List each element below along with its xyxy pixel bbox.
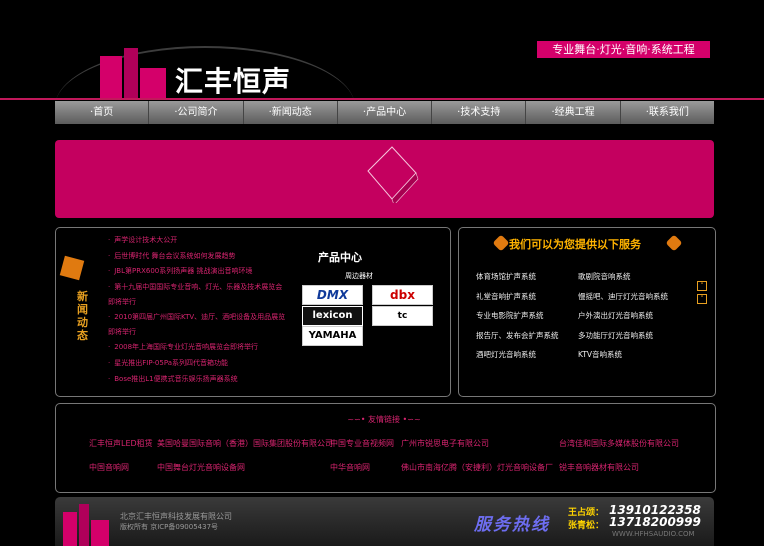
news-item[interactable]: · JBL第PRX600系列扬声器 挑战演出音响环境	[104, 264, 286, 280]
news-item[interactable]: · 2008年上海国际专业灯光音响展览会即将举行	[104, 340, 286, 356]
news-item[interactable]: · 星光推出FIP-05Pa系列四代音箱功能	[104, 356, 286, 372]
nav-products[interactable]: ·产品中心	[338, 101, 433, 124]
service-item[interactable]: 多功能厅灯光音响系统	[578, 329, 706, 343]
nav-contact[interactable]: ·联系我们	[621, 101, 714, 124]
service-item[interactable]: 酒吧灯光音响系统	[476, 348, 578, 362]
main-nav: ·首页 ·公司简介 ·新闻动态 ·产品中心 ·技术支持 ·经典工程 ·联系我们	[55, 101, 714, 124]
brand-logo-yamaha[interactable]: YAMAHA	[302, 326, 363, 346]
phone-contact-label: 王占颂：	[568, 508, 605, 518]
service-item[interactable]: 歌剧院音响系统	[578, 270, 706, 284]
services-list: 体育场馆扩声系统 歌剧院音响系统 礼堂音响扩声系统 慢摇吧、迪厅灯光音响系统 专…	[476, 270, 706, 362]
service-item[interactable]: 户外演出灯光音响系统	[578, 309, 706, 323]
logo-mark-icon	[100, 48, 170, 98]
friend-link[interactable]: 中国音响网	[89, 462, 129, 473]
service-item[interactable]: KTV音响系统	[578, 348, 706, 362]
friend-link[interactable]: 中国舞台灯光音响设备网	[157, 462, 245, 473]
cube-icon	[367, 146, 419, 203]
brand-logo-tc-electronic[interactable]: tc electronic	[372, 306, 433, 339]
scroll-down-icon[interactable]: ˅	[697, 294, 707, 304]
nav-support[interactable]: ·技术支持	[432, 101, 527, 124]
news-item[interactable]: · 第十九届中国国际专业音响、灯光、乐器及技术展览会即将举行	[104, 280, 286, 310]
nav-projects[interactable]: ·经典工程	[526, 101, 621, 124]
service-item[interactable]: 报告厅、发布会扩声系统	[476, 329, 578, 343]
friend-link[interactable]: 中华音响网	[330, 462, 370, 473]
phone-number: 13718200999	[609, 515, 701, 529]
friend-link[interactable]: 中国专业音视频网	[330, 438, 394, 449]
news-heading: 新闻动态	[77, 290, 88, 342]
phone-contact-label: 张青松：	[568, 521, 605, 531]
header-tagline: 专业舞台·灯光·音响·系统工程	[537, 41, 710, 58]
logo-title[interactable]: 汇丰恒声	[175, 60, 291, 100]
product-center-subtitle: 周边器材	[345, 272, 373, 280]
friend-link[interactable]: 锐丰音响器材有限公司	[559, 462, 639, 473]
ornament-icon: •∽~	[402, 415, 421, 424]
brand-logo-lexicon[interactable]: lexicon	[302, 306, 363, 326]
news-item[interactable]: · 后世博时代 舞台会议系统如何发展趋势	[104, 249, 286, 265]
news-list: · 声学设计技术大公开 · 后世博时代 舞台会议系统如何发展趋势 · JBL第PRX6…	[104, 233, 286, 387]
footer-website: WWW.HFHSAUDIO.COM	[612, 530, 695, 538]
news-item[interactable]: · Bose推出L1便携式音乐娱乐扬声器系统	[104, 372, 286, 388]
header-divider	[0, 98, 764, 100]
friend-link[interactable]: 广州市锐思电子有限公司	[401, 438, 489, 449]
service-hotline-label: 服务热线	[474, 515, 550, 535]
nav-news[interactable]: ·新闻动态	[244, 101, 338, 124]
nav-about[interactable]: ·公司简介	[149, 101, 244, 124]
friend-link[interactable]: 台湾佳和国际多媒体股份有限公司	[559, 438, 679, 449]
brand-logo-dbx[interactable]: dbx	[372, 285, 433, 305]
friend-link[interactable]: 汇丰恒声LED租赁	[89, 438, 153, 449]
brand-logo-dmx[interactable]: DMX	[302, 285, 363, 305]
news-item[interactable]: · 声学设计技术大公开	[104, 233, 286, 249]
ornament-icon: ~∽•	[347, 415, 366, 424]
friend-link[interactable]: 美国哈曼国际音响（香港）国际集团股份有限公司	[157, 438, 333, 449]
services-heading: 我们可以为您提供以下服务	[509, 238, 641, 251]
friend-links-title: ~∽• 友情链接 •∽~	[347, 415, 421, 424]
service-item[interactable]: 体育场馆扩声系统	[476, 270, 578, 284]
nav-home[interactable]: ·首页	[55, 101, 150, 124]
service-item[interactable]: 专业电影院扩声系统	[476, 309, 578, 323]
scroll-up-icon[interactable]: ˄	[697, 281, 707, 291]
footer-icp: 版权所有 京ICP备09005437号	[120, 523, 219, 531]
service-item[interactable]: 慢摇吧、迪厅灯光音响系统	[578, 290, 706, 304]
news-item[interactable]: · 2010第四届广州国际KTV、迪厅、酒吧设备及用品展览即将举行	[104, 310, 286, 340]
footer-company: 北京汇丰恒声科技发展有限公司	[120, 512, 232, 521]
service-item[interactable]: 礼堂音响扩声系统	[476, 290, 578, 304]
footer-logo-icon	[63, 504, 111, 546]
product-center-title[interactable]: 产品中心	[318, 249, 362, 265]
friend-link[interactable]: 佛山市南海亿腾（安捷利）灯光音响设备厂	[401, 462, 553, 473]
